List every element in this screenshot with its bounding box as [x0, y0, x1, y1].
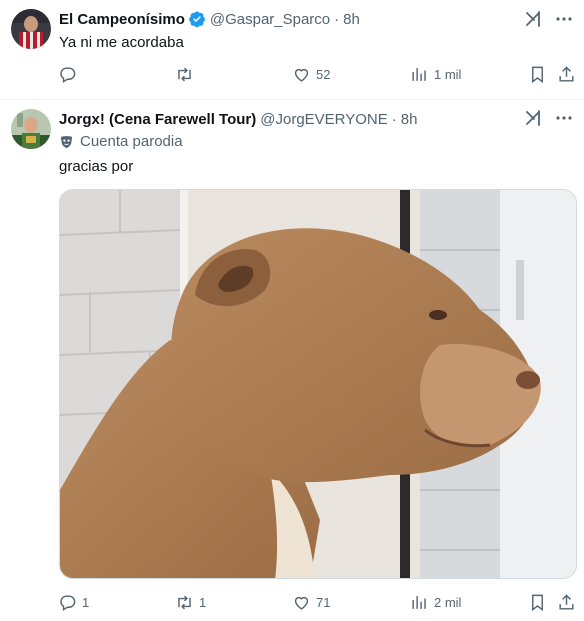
retweet-button[interactable]: 1 [175, 590, 206, 614]
bookmark-icon [532, 66, 543, 83]
author-handle[interactable]: @Gaspar_Sparco [210, 11, 330, 28]
like-count: 71 [316, 594, 331, 610]
share-button[interactable] [557, 590, 576, 614]
like-button[interactable]: 52 [292, 62, 330, 86]
parody-label: Cuenta parodia [59, 133, 183, 150]
like-button[interactable]: 71 [292, 590, 330, 614]
tweet-text: Ya ni me acordaba [59, 34, 184, 51]
reply-button[interactable] [58, 62, 82, 86]
views-count: 2 mil [434, 594, 462, 610]
like-icon [294, 68, 309, 82]
retweet-button[interactable] [175, 62, 199, 86]
tweet[interactable]: Jorgx! (Cena Farewell Tour) @JorgEVERYON… [0, 100, 584, 621]
separator: · [334, 10, 340, 28]
author-name[interactable]: Jorgx! (Cena Farewell Tour) [59, 111, 256, 128]
share-icon [559, 593, 574, 610]
author-name[interactable]: El Campeonísimo [59, 11, 185, 28]
like-count: 52 [316, 66, 331, 82]
share-button[interactable] [557, 62, 576, 86]
action-bar: 1 1 71 2 mil [58, 590, 578, 614]
retweet-icon [178, 595, 191, 609]
like-icon [294, 596, 309, 610]
author-handle[interactable]: @JorgEVERYONE [260, 111, 388, 128]
timestamp[interactable]: 8h [343, 11, 360, 28]
views-button[interactable]: 2 mil [410, 590, 461, 614]
share-icon [559, 65, 574, 82]
reply-button[interactable]: 1 [58, 590, 89, 614]
reply-icon [60, 66, 76, 83]
separator: · [391, 110, 397, 128]
reply-count: 1 [82, 594, 90, 610]
avatar[interactable] [11, 9, 51, 49]
views-icon [412, 67, 426, 81]
tweet-header: El Campeonísimo @Gaspar_Sparco · 8h [59, 9, 360, 29]
grok-icon[interactable] [524, 9, 544, 29]
action-bar: 52 1 mil [58, 62, 578, 86]
parody-mask-icon [60, 136, 73, 149]
bookmark-button[interactable] [528, 590, 547, 614]
tweet-header: Jorgx! (Cena Farewell Tour) @JorgEVERYON… [59, 109, 417, 129]
views-button[interactable]: 1 mil [410, 62, 461, 86]
retweet-icon [178, 67, 191, 81]
views-icon [412, 595, 426, 609]
more-icon[interactable] [554, 9, 574, 29]
dog-meme-image[interactable] [59, 189, 577, 579]
retweet-count: 1 [199, 594, 207, 610]
reply-icon [60, 594, 76, 611]
bookmark-button[interactable] [528, 62, 547, 86]
verified-badge-icon [188, 11, 205, 28]
parody-label-text: Cuenta parodia [80, 133, 183, 150]
grok-icon[interactable] [524, 108, 544, 128]
tweet-text: gracias por [59, 158, 134, 175]
tweet[interactable]: El Campeonísimo @Gaspar_Sparco · 8h Ya n… [0, 0, 584, 100]
more-icon[interactable] [554, 108, 574, 128]
timestamp[interactable]: 8h [401, 111, 418, 128]
views-count: 1 mil [434, 66, 462, 82]
avatar[interactable] [11, 109, 51, 149]
bookmark-icon [532, 594, 543, 611]
